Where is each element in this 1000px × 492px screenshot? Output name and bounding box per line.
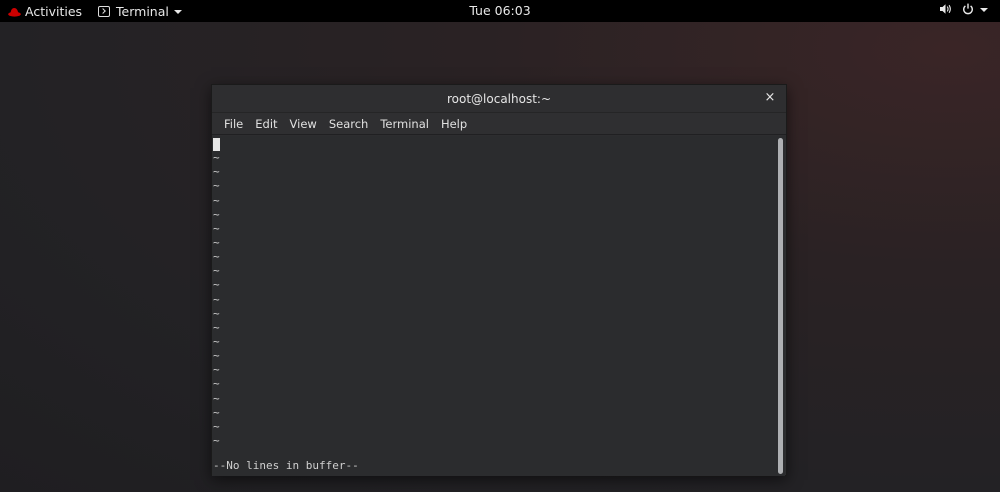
activities-button[interactable]: Activities bbox=[8, 4, 82, 19]
status-message: --No lines in buffer-- bbox=[213, 459, 359, 472]
scrollbar-thumb[interactable] bbox=[778, 138, 783, 474]
window-title: root@localhost:~ bbox=[446, 91, 552, 106]
system-tray[interactable] bbox=[939, 3, 988, 15]
terminal-output[interactable]: ~ ~ ~ ~ ~ ~ ~ ~ ~ ~ ~ ~ ~ ~ ~ ~ ~ ~ ~ ~ … bbox=[212, 136, 778, 476]
tilde-line: ~ bbox=[213, 377, 220, 391]
terminal-line-cursor bbox=[213, 137, 220, 151]
tilde-line: ~ bbox=[213, 433, 220, 447]
top-bar: Activities Terminal Tue 06:03 bbox=[0, 0, 1000, 22]
chevron-down-icon[interactable] bbox=[980, 7, 988, 12]
tilde-line: ~ bbox=[213, 363, 220, 377]
tilde-line: ~ bbox=[213, 221, 220, 235]
menu-terminal[interactable]: Terminal bbox=[374, 117, 435, 131]
tilde-line: ~ bbox=[213, 334, 220, 348]
menu-file[interactable]: File bbox=[218, 117, 249, 131]
terminal-window: root@localhost:~ × File Edit View Search… bbox=[211, 84, 787, 476]
tilde-line: ~ bbox=[213, 193, 220, 207]
tilde-line: ~ bbox=[213, 250, 220, 264]
tilde-line: ~ bbox=[213, 264, 220, 278]
tilde-line: ~ bbox=[213, 151, 220, 165]
clock[interactable]: Tue 06:03 bbox=[469, 3, 530, 18]
tilde-line: ~ bbox=[213, 391, 220, 405]
tilde-line: ~ bbox=[213, 405, 220, 419]
activities-label: Activities bbox=[25, 3, 83, 19]
menu-help[interactable]: Help bbox=[435, 117, 473, 131]
close-button[interactable]: × bbox=[763, 91, 777, 105]
tilde-line: ~ bbox=[213, 165, 220, 179]
menu-edit[interactable]: Edit bbox=[249, 117, 283, 131]
tilde-line: ~ bbox=[213, 419, 220, 433]
tilde-line: ~ bbox=[213, 306, 220, 320]
tilde-line: ~ bbox=[213, 349, 220, 363]
app-menu-label: Terminal bbox=[116, 3, 169, 19]
terminal-icon bbox=[98, 5, 111, 17]
volume-icon[interactable] bbox=[939, 3, 952, 15]
chevron-down-icon bbox=[173, 9, 182, 14]
menu-search[interactable]: Search bbox=[323, 117, 375, 131]
scrollbar[interactable] bbox=[777, 136, 785, 476]
app-menu-button[interactable]: Terminal bbox=[98, 4, 182, 19]
tilde-line: ~ bbox=[213, 207, 220, 221]
tilde-line: ~ bbox=[213, 292, 220, 306]
tilde-line: ~ bbox=[213, 179, 220, 193]
redhat-icon bbox=[8, 7, 21, 17]
tilde-line: ~ bbox=[213, 235, 220, 249]
window-titlebar[interactable]: root@localhost:~ × bbox=[212, 85, 786, 113]
terminal-lines: ~ ~ ~ ~ ~ ~ ~ ~ ~ ~ ~ ~ ~ ~ ~ ~ ~ ~ ~ ~ … bbox=[213, 137, 220, 448]
text-cursor bbox=[213, 138, 220, 151]
tilde-line: ~ bbox=[213, 320, 220, 334]
tilde-line: ~ bbox=[213, 278, 220, 292]
menu-bar: File Edit View Search Terminal Help bbox=[212, 113, 786, 135]
power-icon[interactable] bbox=[962, 3, 974, 15]
menu-view[interactable]: View bbox=[284, 117, 323, 131]
